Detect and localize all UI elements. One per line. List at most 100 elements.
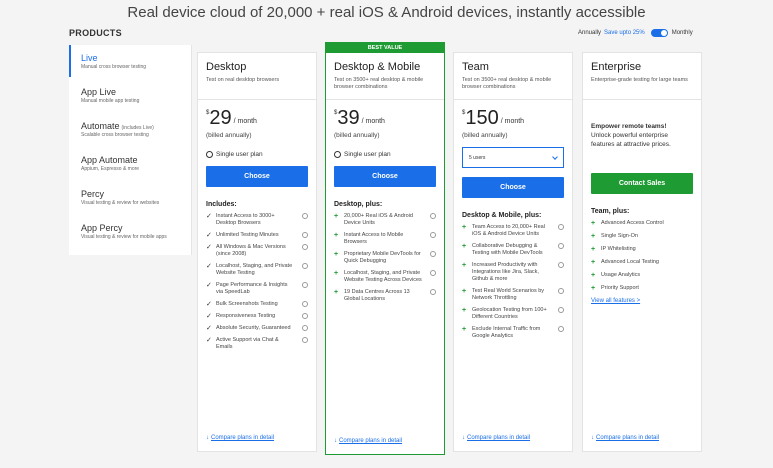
info-icon[interactable]: [302, 263, 308, 269]
plus-icon: +: [334, 213, 339, 220]
feature-item: + Localhost, Staging, and Private Website…: [334, 270, 436, 284]
feature-text: Collaborative Debugging & Testing with M…: [472, 243, 543, 256]
plan-subtitle: Test on 3500+ real desktop & mobile brow…: [462, 77, 552, 90]
info-icon[interactable]: [558, 243, 564, 249]
best-value-badge: BEST VALUE: [326, 43, 444, 53]
info-icon[interactable]: [430, 232, 436, 238]
plus-icon: +: [334, 270, 339, 277]
feature-item: + Instant Access to Mobile Browsers: [334, 232, 436, 246]
billing-toggle-group: Annually Save upto 25% Monthly: [578, 29, 693, 37]
plan-title: Enterprise: [591, 61, 642, 73]
plus-icon: +: [462, 262, 467, 269]
feature-list: + Team Access to 20,000+ Real iOS & Andro…: [462, 224, 564, 340]
feature-text: 19 Data Centres Across 13 Global Locatio…: [344, 289, 410, 302]
info-icon[interactable]: [558, 288, 564, 294]
info-icon[interactable]: [302, 232, 308, 238]
info-icon[interactable]: [558, 307, 564, 313]
info-icon[interactable]: [558, 224, 564, 230]
billing-toggle[interactable]: [650, 29, 668, 37]
feature-item: ✓ Localhost, Staging, and Private Website…: [206, 263, 308, 277]
sidebar-item-app-live[interactable]: App Live Manual mobile app testing: [69, 79, 191, 113]
products-sidebar: Live Manual cross browser testing App Li…: [69, 45, 192, 255]
feature-text: All Windows & Mac Versions (since 2008): [216, 244, 286, 257]
sidebar-item-automate[interactable]: Automate (includes Live) Scalable cross b…: [69, 113, 191, 147]
info-icon[interactable]: [302, 313, 308, 319]
feature-text: Team Access to 20,000+ Real iOS & Androi…: [472, 224, 545, 237]
plus-icon: +: [462, 288, 467, 295]
feature-item: + Usage Analytics: [591, 272, 693, 279]
sidebar-item-label: App Percy: [81, 223, 123, 233]
sidebar-item-app-percy[interactable]: App Percy Visual testing & review for mo…: [69, 215, 191, 249]
feature-item: + Priority Support: [591, 285, 693, 292]
plus-icon: +: [591, 246, 596, 253]
choose-button[interactable]: Choose: [206, 166, 308, 187]
includes-heading: Team, plus:: [591, 208, 630, 215]
compare-plans-link[interactable]: ↓ Compare plans in detail: [462, 435, 530, 441]
billed-note: (billed annually): [334, 132, 380, 139]
feature-text: Active Support via Chat & Emails: [216, 337, 279, 350]
info-icon[interactable]: [302, 213, 308, 219]
plan-card-team: Team Test on 3500+ real desktop & mobile…: [453, 52, 573, 452]
choose-button[interactable]: Choose: [462, 177, 564, 198]
compare-plans-link[interactable]: ↓ Compare plans in detail: [206, 435, 274, 441]
compare-plans-link[interactable]: ↓ Compare plans in detail: [334, 438, 402, 444]
feature-text: Localhost, Staging, and Private Website …: [216, 263, 293, 276]
user-icon: [206, 150, 213, 158]
team-size-select[interactable]: 5 users: [462, 147, 564, 168]
plus-icon: +: [462, 224, 467, 231]
info-icon[interactable]: [302, 282, 308, 288]
plan-card-desktop: Desktop Test on real desktop browsers $ …: [197, 52, 317, 452]
info-icon[interactable]: [558, 262, 564, 268]
check-icon: ✓: [206, 313, 212, 320]
info-icon[interactable]: [302, 325, 308, 331]
info-icon[interactable]: [430, 270, 436, 276]
feature-item: + Test Real World Scenarios by Network Th…: [462, 288, 564, 302]
sidebar-item-live[interactable]: Live Manual cross browser testing: [69, 45, 191, 79]
feature-text: Exclude Internal Traffic from Google Ana…: [472, 326, 541, 339]
info-icon[interactable]: [302, 337, 308, 343]
check-icon: ✓: [206, 325, 212, 332]
check-icon: ✓: [206, 337, 212, 344]
feature-text: Responsiveness Testing: [216, 313, 276, 319]
info-icon[interactable]: [558, 326, 564, 332]
price-amount: 150: [465, 107, 499, 129]
feature-text: Advanced Access Control: [601, 220, 664, 226]
feature-text: Increased Productivity with Integrations…: [472, 262, 539, 282]
sidebar-item-percy[interactable]: Percy Visual testing & review for websit…: [69, 181, 191, 215]
sidebar-item-desc: Visual testing & review for websites: [81, 200, 160, 206]
feature-list: +20,000+ Real iOS & Android Device Units…: [334, 213, 436, 303]
sidebar-item-includes: (includes Live): [121, 125, 154, 131]
plan-card-enterprise: Enterprise Enterprise-grade testing for …: [582, 52, 702, 452]
price-amount: 29: [209, 107, 232, 129]
info-icon[interactable]: [430, 213, 436, 219]
plus-icon: +: [591, 233, 596, 240]
arrow-down-icon: ↓: [462, 435, 465, 441]
choose-button[interactable]: Choose: [334, 166, 436, 187]
sidebar-item-desc: Appium, Espresso & more: [81, 166, 140, 172]
monthly-label[interactable]: Monthly: [672, 30, 693, 36]
info-icon[interactable]: [430, 251, 436, 257]
arrow-down-icon: ↓: [206, 435, 209, 441]
info-icon[interactable]: [430, 289, 436, 295]
pitch-text: Unlock powerful enterprise features at a…: [591, 132, 671, 148]
view-all-features-link[interactable]: View all features >: [591, 298, 693, 304]
includes-heading: Includes:: [206, 201, 237, 208]
sidebar-item-app-automate[interactable]: App Automate Appium, Espresso & more: [69, 147, 191, 181]
feature-text: Instant Access to 3000+ Desktop Browsers: [216, 213, 275, 226]
check-icon: ✓: [206, 232, 212, 239]
feature-text: Single Sign-On: [601, 233, 638, 239]
feature-item: + IP Whitelisting: [591, 246, 693, 253]
annually-label[interactable]: Annually: [578, 30, 601, 36]
check-icon: ✓: [206, 244, 212, 251]
compare-plans-link[interactable]: ↓ Compare plans in detail: [591, 435, 659, 441]
info-icon[interactable]: [302, 244, 308, 250]
feature-text: Test Real World Scenarios by Network Thr…: [472, 288, 545, 301]
feature-list: + Advanced Access Control + Single Sign-On…: [591, 220, 693, 292]
divider: [454, 99, 572, 100]
feature-text: Proprietary Mobile DevTools for Quick De…: [344, 251, 421, 264]
plus-icon: +: [334, 251, 339, 258]
contact-sales-button[interactable]: Contact Sales: [591, 173, 693, 194]
price: $ 39 / month: [334, 108, 436, 128]
plan-title: Team: [462, 61, 489, 73]
info-icon[interactable]: [302, 301, 308, 307]
